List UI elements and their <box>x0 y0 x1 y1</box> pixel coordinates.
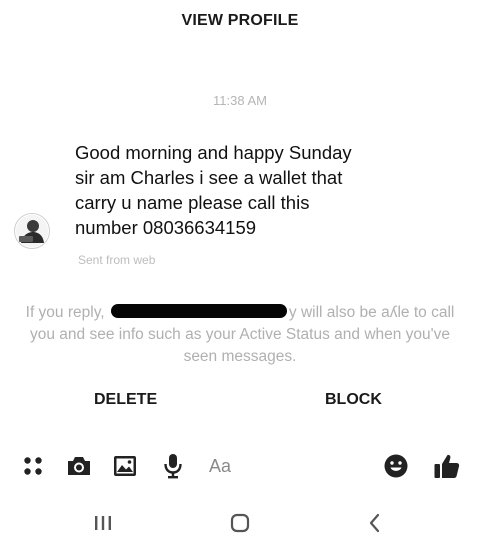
redaction-mark <box>110 304 287 318</box>
sent-from-label: Sent from web <box>78 253 156 267</box>
thumbs-up-icon[interactable] <box>433 452 461 480</box>
notice-text-before: If you reply, <box>25 304 109 321</box>
reply-notice: If you reply, y will also be aʎle to cal… <box>20 302 460 368</box>
emoji-icon[interactable] <box>382 452 410 480</box>
home-icon[interactable] <box>225 510 255 536</box>
avatar[interactable] <box>14 213 50 249</box>
microphone-icon[interactable] <box>159 452 187 480</box>
menu-dots-icon[interactable] <box>19 452 47 480</box>
delete-button[interactable]: DELETE <box>94 391 157 409</box>
block-button[interactable]: BLOCK <box>325 391 382 409</box>
back-icon[interactable] <box>360 510 390 536</box>
message-text: Good morning and happy Sunday sir am Cha… <box>75 142 352 238</box>
gallery-icon[interactable] <box>111 452 139 480</box>
view-profile-button[interactable]: VIEW PROFILE <box>0 12 480 30</box>
message-input[interactable]: Aa <box>209 456 231 477</box>
avatar-image <box>16 215 48 247</box>
message-timestamp: 11:38 AM <box>213 93 267 108</box>
camera-icon[interactable] <box>65 452 93 480</box>
recent-apps-icon[interactable] <box>88 510 118 536</box>
